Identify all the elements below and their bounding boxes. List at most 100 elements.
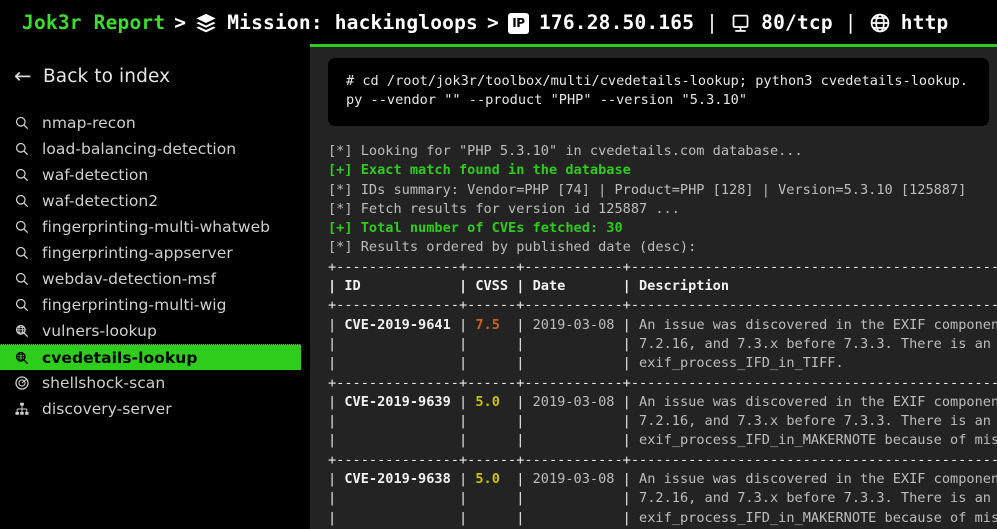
sitemap-icon bbox=[14, 401, 40, 417]
cell-border: | bbox=[623, 394, 639, 410]
sidebar-item-label: vulners-lookup bbox=[40, 322, 157, 340]
cell-cvss-cont bbox=[475, 490, 516, 506]
cell-border: | bbox=[459, 432, 475, 448]
sidebar-item-vulners-lookup[interactable]: vulners-lookup bbox=[0, 318, 301, 344]
cell-border: | bbox=[328, 471, 344, 487]
sidebar-item-label: waf-detection bbox=[40, 166, 148, 184]
ip-label[interactable]: 176.28.50.165 bbox=[539, 11, 694, 34]
sidebar-item-label: fingerprinting-multi-wig bbox=[40, 296, 227, 314]
cell-border: | bbox=[623, 432, 639, 448]
cell-border: | bbox=[459, 471, 475, 487]
table-header: | ID | CVSS | Date | Description bbox=[328, 277, 997, 296]
brand-title[interactable]: Jok3r Report bbox=[22, 11, 165, 34]
cell-border: | bbox=[623, 471, 639, 487]
cell-border: | bbox=[328, 510, 344, 526]
layers-icon bbox=[195, 12, 217, 34]
sidebar-item-webdav-detection-msf[interactable]: webdav-detection-msf bbox=[0, 266, 301, 292]
sidebar-item-fingerprinting-multi-wig[interactable]: fingerprinting-multi-wig bbox=[0, 292, 301, 318]
table-rule: +---------------+------+------------+---… bbox=[328, 296, 997, 315]
cell-border: | bbox=[459, 317, 475, 333]
cell-border: | bbox=[516, 355, 532, 371]
sidebar-item-waf-detection2[interactable]: waf-detection2 bbox=[0, 188, 301, 214]
cell-cvss-cont bbox=[475, 355, 516, 371]
sidebar-item-waf-detection[interactable]: waf-detection bbox=[0, 162, 301, 188]
magnifier-icon bbox=[14, 167, 40, 183]
breadcrumb-pipe-1: | bbox=[706, 11, 718, 34]
cell-description-cont: exif_process_IFD_in_MAKERNOTE because of… bbox=[639, 510, 997, 526]
cell-cvss-cont bbox=[475, 510, 516, 526]
cell-date-cont bbox=[533, 413, 623, 429]
cell-id: CVE-2019-9641 bbox=[344, 317, 459, 333]
sidebar-item-cvedetails-lookup[interactable]: cvedetails-lookup bbox=[0, 344, 301, 370]
magnifier-icon bbox=[14, 193, 40, 209]
cell-id-cont bbox=[344, 355, 459, 371]
magnifier-icon bbox=[14, 297, 40, 313]
sidebar-item-nmap-recon[interactable]: nmap-recon bbox=[0, 110, 301, 136]
mission-label[interactable]: Mission: hackingloops bbox=[227, 11, 478, 34]
table-row-continuation: | | | | 7.2.16, and 7.3.x before 7.3.3. … bbox=[328, 489, 997, 508]
cell-cvss-cont bbox=[475, 432, 516, 448]
cell-border: | bbox=[328, 355, 344, 371]
service-label[interactable]: http bbox=[901, 11, 949, 34]
cell-description-cont: exif_process_IFD_in_TIFF. bbox=[639, 355, 844, 371]
cell-border: | bbox=[328, 394, 344, 410]
table-row: | CVE-2019-9638 | 5.0 | 2019-03-08 | An … bbox=[328, 470, 997, 489]
magnifier-icon bbox=[14, 271, 40, 287]
sidebar-item-fingerprinting-appserver[interactable]: fingerprinting-appserver bbox=[0, 240, 301, 266]
cell-border: | bbox=[459, 355, 475, 371]
cell-date-cont bbox=[533, 510, 623, 526]
breadcrumb-separator-1: > bbox=[174, 11, 186, 34]
cell-border: | bbox=[623, 355, 639, 371]
cell-border: | bbox=[623, 336, 639, 352]
cell-border: | bbox=[516, 432, 532, 448]
cell-date: 2019-03-08 bbox=[533, 317, 623, 333]
sidebar-item-label: cvedetails-lookup bbox=[40, 349, 197, 367]
report-window: Jok3r Report > Mission: hackingloops > I… bbox=[0, 0, 997, 529]
cell-border: | bbox=[623, 413, 639, 429]
content-panel: # cd /root/jok3r/toolbox/multi/cvedetail… bbox=[310, 44, 997, 529]
cell-description-cont: 7.2.16, and 7.3.x before 7.3.3. There is… bbox=[639, 490, 997, 506]
sidebar-item-load-balancing-detection[interactable]: load-balancing-detection bbox=[0, 136, 301, 162]
cell-border: | bbox=[516, 413, 532, 429]
sidebar-item-label: shellshock-scan bbox=[40, 374, 165, 392]
cell-date-cont bbox=[533, 490, 623, 506]
cell-border: | bbox=[516, 336, 532, 352]
cell-id-cont bbox=[344, 510, 459, 526]
cell-border: | bbox=[516, 317, 532, 333]
cell-date-cont bbox=[533, 432, 623, 448]
cell-border: | bbox=[459, 413, 475, 429]
cell-date: 2019-03-08 bbox=[533, 394, 623, 410]
cell-cvss: 5.0 bbox=[475, 471, 516, 487]
cell-border: | bbox=[459, 336, 475, 352]
sidebar-item-label: fingerprinting-multi-whatweb bbox=[40, 218, 270, 236]
cell-border: | bbox=[459, 510, 475, 526]
port-label[interactable]: 80/tcp bbox=[761, 11, 833, 34]
sidebar-item-shellshock-scan[interactable]: shellshock-scan bbox=[0, 370, 301, 396]
table-row-continuation: | | | | 7.2.16, and 7.3.x before 7.3.3. … bbox=[328, 335, 997, 354]
cell-border: | bbox=[516, 490, 532, 506]
cell-border: | bbox=[623, 490, 639, 506]
cell-border: | bbox=[623, 510, 639, 526]
magnifier-icon bbox=[14, 219, 40, 235]
back-to-index-link[interactable]: ← Back to index bbox=[0, 54, 301, 98]
cell-border: | bbox=[328, 490, 344, 506]
cell-description: An issue was discovered in the EXIF comp… bbox=[639, 471, 997, 487]
content-scroll[interactable]: # cd /root/jok3r/toolbox/multi/cvedetail… bbox=[310, 47, 997, 529]
cell-border: | bbox=[328, 336, 344, 352]
cell-border: | bbox=[328, 317, 344, 333]
output-line: [+] Exact match found in the database bbox=[328, 161, 997, 180]
sidebar: ← Back to index nmap-reconload-balancing… bbox=[0, 44, 301, 529]
cell-description-cont: 7.2.16, and 7.3.x before 7.3.3. There is… bbox=[639, 336, 997, 352]
sidebar-item-discovery-server[interactable]: discovery-server bbox=[0, 396, 301, 422]
table-row: | CVE-2019-9639 | 5.0 | 2019-03-08 | An … bbox=[328, 393, 997, 412]
breadcrumb-separator-2: > bbox=[487, 11, 499, 34]
globe-magnifier-icon bbox=[14, 350, 40, 366]
sidebar-item-label: webdav-detection-msf bbox=[40, 270, 216, 288]
cell-date: 2019-03-08 bbox=[533, 471, 623, 487]
ip-badge-icon: IP bbox=[508, 13, 529, 34]
terminal-output: [*] Looking for "PHP 5.3.10" in cvedetai… bbox=[318, 142, 997, 529]
table-rule: +---------------+------+------------+---… bbox=[328, 258, 997, 277]
cell-border: | bbox=[516, 394, 532, 410]
sidebar-item-fingerprinting-multi-whatweb[interactable]: fingerprinting-multi-whatweb bbox=[0, 214, 301, 240]
cell-border: | bbox=[459, 394, 475, 410]
